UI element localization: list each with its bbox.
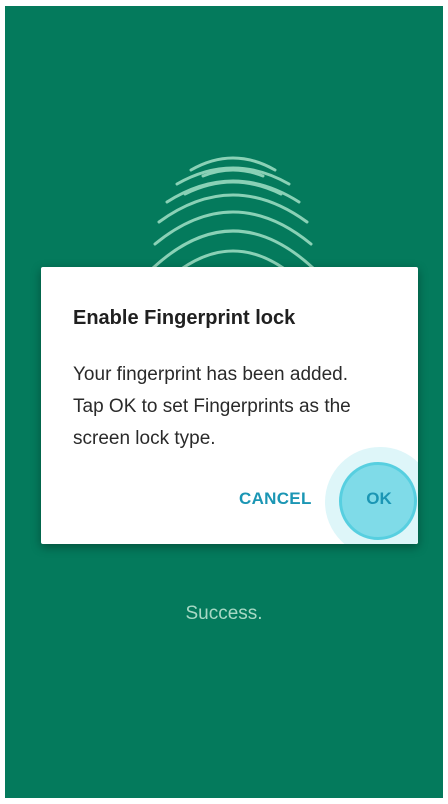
dialog-message-line: Your fingerprint has been added.: [73, 364, 349, 385]
status-text: Success.: [185, 603, 263, 624]
dialog-message: Your fingerprint has been added. Tap OK …: [73, 359, 403, 455]
dialog-title: Enable Fingerprint lock: [73, 307, 296, 329]
enable-fingerprint-dialog: Enable Fingerprint lock Your fingerprint…: [41, 267, 418, 544]
dialog-message-line: screen lock type.: [73, 428, 216, 449]
ok-button[interactable]: OK: [359, 489, 399, 509]
cancel-button[interactable]: CANCEL: [239, 489, 312, 509]
fingerprint-setup-screen: Enable Fingerprint lock Your fingerprint…: [5, 6, 443, 798]
dialog-message-line: Tap OK to set Fingerprints as the: [73, 396, 351, 417]
